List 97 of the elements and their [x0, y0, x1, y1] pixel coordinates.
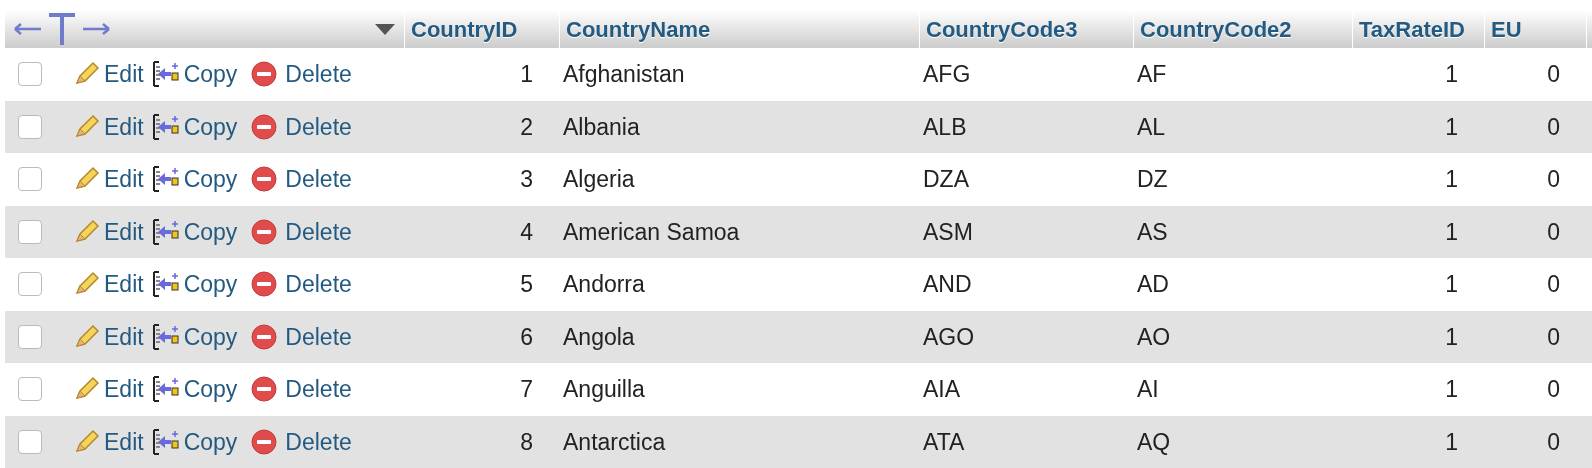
delete-link[interactable]: Delete: [285, 372, 352, 407]
table-cell-text: ATA: [923, 427, 965, 457]
delete-icon: [250, 427, 279, 456]
delete-link[interactable]: Delete: [285, 267, 352, 302]
table-cell-text: 8: [520, 427, 533, 457]
table-cell-text: 6: [520, 322, 533, 352]
table-cell-text: 5: [520, 270, 533, 299]
edit-link[interactable]: Edit: [104, 424, 144, 459]
insert-row-icon: [150, 374, 181, 405]
table-cell-text: AGO: [923, 322, 975, 352]
edit-link[interactable]: Edit: [104, 57, 144, 92]
edit-link[interactable]: Edit: [104, 162, 144, 197]
row-checkbox[interactable]: [18, 377, 42, 402]
delete-link[interactable]: Delete: [285, 57, 352, 92]
delete-link[interactable]: Delete: [285, 424, 352, 459]
table-cell-text: AS: [1137, 217, 1168, 247]
delete-link[interactable]: Delete: [285, 162, 352, 197]
table-cell-text: 1: [1445, 165, 1458, 194]
table-cell-text: 0: [1547, 60, 1560, 89]
delete-icon: [250, 375, 279, 404]
delete-icon: [250, 217, 279, 246]
table-cell-text: 7: [520, 375, 533, 404]
table-cell-text: AIA: [923, 375, 961, 404]
copy-link[interactable]: Copy: [183, 319, 238, 354]
copy-link[interactable]: Copy: [183, 372, 238, 407]
copy-link[interactable]: Copy: [183, 57, 238, 92]
delete-icon: [250, 112, 279, 141]
table-cell-text: 1: [520, 60, 533, 89]
delete-icon: [250, 165, 279, 194]
row-checkbox[interactable]: [18, 272, 42, 297]
table-cell-text: 0: [1547, 427, 1560, 457]
table-cell-text: AL: [1137, 112, 1166, 142]
table-cell-text: 0: [1547, 165, 1560, 194]
insert-row-icon: [150, 269, 181, 300]
table-cell-text: 4: [520, 217, 533, 247]
copy-link[interactable]: Copy: [183, 162, 238, 197]
row-checkbox[interactable]: [18, 114, 42, 139]
insert-row-icon: [150, 164, 181, 195]
table-cell-text: 1: [1445, 217, 1458, 247]
delete-icon: [250, 60, 279, 89]
edit-link[interactable]: Edit: [104, 214, 144, 249]
delete-link[interactable]: Delete: [285, 109, 352, 144]
table-cell-text: Anguilla: [563, 375, 645, 404]
delete-icon: [250, 270, 279, 299]
table-cell-text: 0: [1547, 270, 1560, 299]
table-cell-text: 0: [1547, 112, 1560, 142]
row-checkbox[interactable]: [18, 429, 42, 454]
table-cell-text: ASM: [923, 217, 973, 247]
row-checkbox[interactable]: [18, 62, 42, 87]
row-checkbox[interactable]: [18, 219, 42, 244]
table-cell-text: AF: [1137, 60, 1167, 89]
table-cell-text: 1: [1445, 427, 1458, 457]
table-cell-text: Andorra: [563, 270, 645, 299]
table-cell-text: 1: [1445, 112, 1458, 142]
table-cell-text: Algeria: [563, 165, 635, 194]
table-cell-text: 1: [1445, 322, 1458, 352]
table-cell-text: AI: [1137, 375, 1159, 404]
table-cell-text: AFG: [923, 60, 971, 89]
table-cell-text: AD: [1137, 270, 1169, 299]
copy-link[interactable]: Copy: [183, 424, 238, 459]
table-cell-text: Antarctica: [563, 427, 666, 457]
table-cell-text: 2: [520, 112, 533, 142]
copy-link[interactable]: Copy: [183, 109, 238, 144]
delete-icon: [250, 322, 279, 351]
copy-link[interactable]: Copy: [183, 267, 238, 302]
delete-link[interactable]: Delete: [285, 214, 352, 249]
table-cell-text: 3: [520, 165, 533, 194]
edit-link[interactable]: Edit: [104, 267, 144, 302]
table-cell-text: 0: [1547, 375, 1560, 404]
insert-row-icon: [150, 426, 181, 457]
table-cell-text: American Samoa: [563, 217, 740, 247]
table-cell-text: Albania: [563, 112, 640, 142]
insert-row-icon: [150, 111, 181, 142]
table-cell-text: ALB: [923, 112, 967, 142]
table-cell-text: DZ: [1137, 165, 1168, 194]
dropdown-caret-icon[interactable]: [374, 22, 396, 36]
table-cell-text: AO: [1137, 322, 1171, 352]
table-cell-text: Angola: [563, 322, 635, 352]
table-cell-text: DZA: [923, 165, 969, 194]
insert-row-icon: [150, 59, 181, 90]
insert-row-icon: [150, 321, 181, 352]
table-cell-text: 0: [1547, 217, 1560, 247]
delete-link[interactable]: Delete: [285, 319, 352, 354]
edit-link[interactable]: Edit: [104, 372, 144, 407]
table-cell-text: Afghanistan: [563, 60, 685, 89]
row-checkbox[interactable]: [18, 167, 42, 192]
table-cell-text: 1: [1445, 60, 1458, 89]
row-checkbox[interactable]: [18, 324, 42, 349]
table-cell-text: 0: [1547, 322, 1560, 352]
table-cell-text: AQ: [1137, 427, 1171, 457]
table-cell-text: 1: [1445, 375, 1458, 404]
insert-row-icon: [150, 216, 181, 247]
table-cell-text: 1: [1445, 270, 1458, 299]
edit-link[interactable]: Edit: [104, 319, 144, 354]
edit-link[interactable]: Edit: [104, 109, 144, 144]
table-cell-text: AND: [923, 270, 972, 299]
copy-link[interactable]: Copy: [183, 214, 238, 249]
